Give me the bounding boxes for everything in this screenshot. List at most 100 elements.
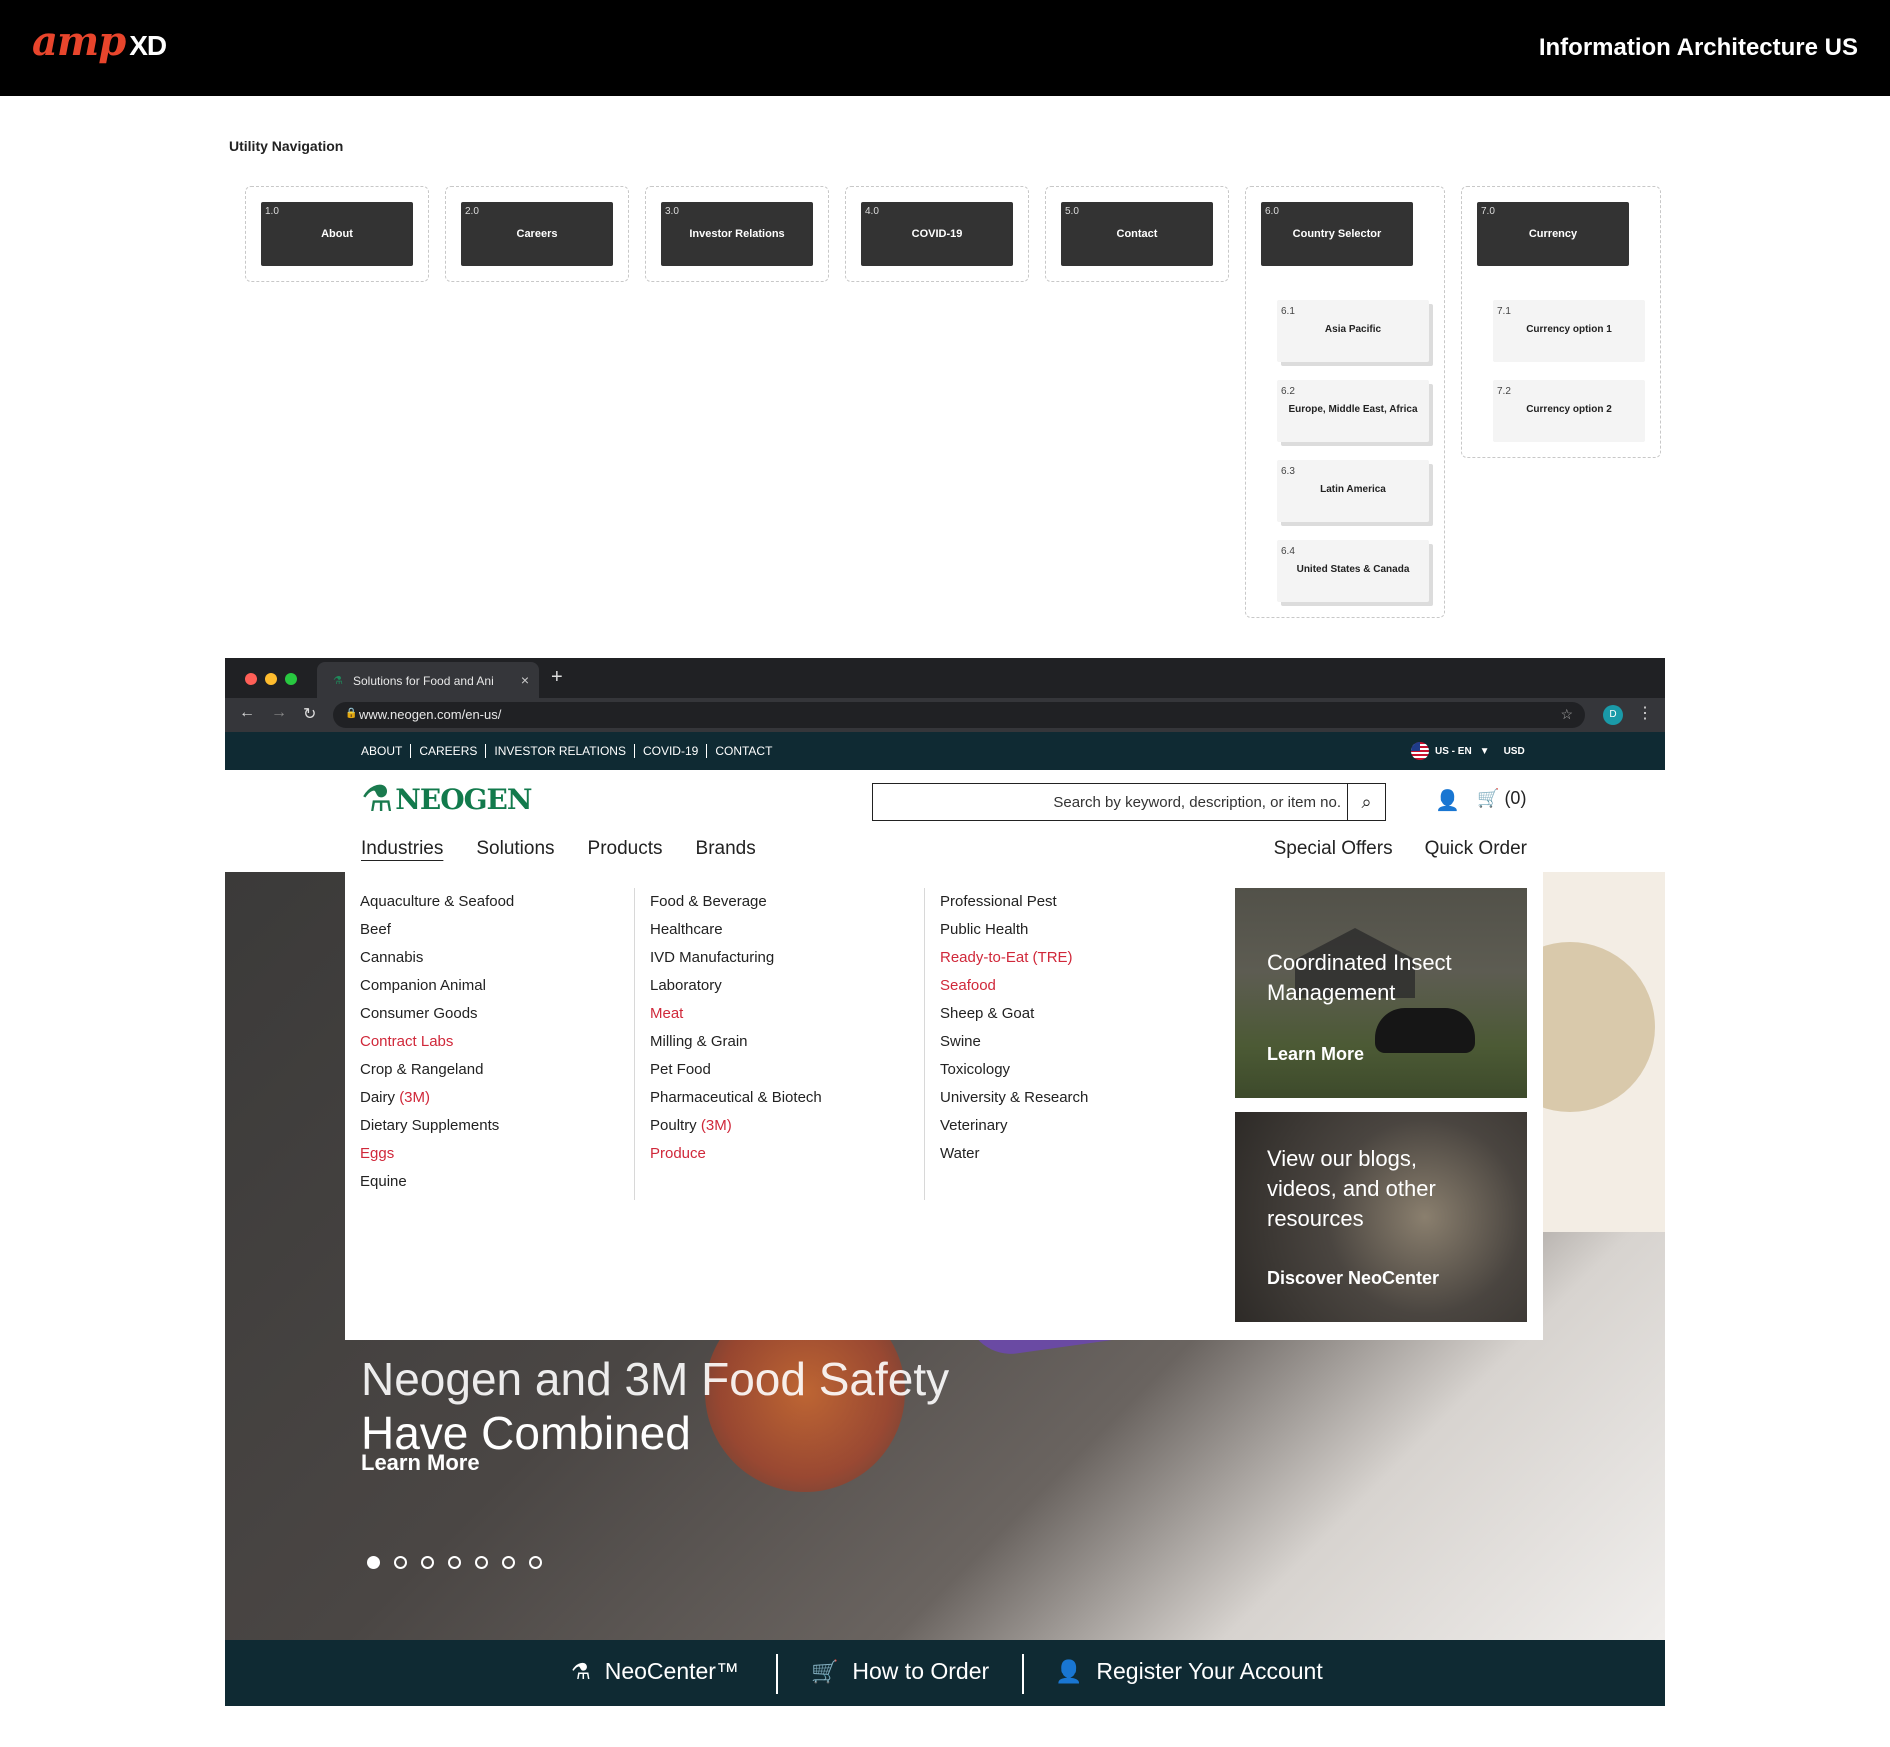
ia-node-country-selector[interactable]: 6.0 Country Selector bbox=[1261, 202, 1413, 266]
ia-sub-currency-1[interactable]: 7.1 Currency option 1 bbox=[1493, 300, 1645, 362]
ia-node-investor-relations[interactable]: 3.0 Investor Relations bbox=[661, 202, 813, 266]
ampxd-logo[interactable]: amp XD bbox=[32, 18, 167, 65]
ia-node-careers[interactable]: 2.0 Careers bbox=[461, 202, 613, 266]
reload-icon[interactable]: ↻ bbox=[303, 704, 316, 724]
minimize-window-dot[interactable] bbox=[265, 673, 277, 685]
menu-item[interactable]: Ready-to-Eat (TRE) bbox=[940, 944, 1088, 972]
column-divider bbox=[924, 888, 925, 1200]
promo-learn-more-link[interactable]: Learn More bbox=[1267, 1044, 1364, 1065]
hero-headline: Neogen and 3M Food Safety Have Combined bbox=[361, 1353, 950, 1459]
cart-icon: 🛒 bbox=[1477, 788, 1500, 808]
ia-sub-emea[interactable]: 6.2 Europe, Middle East, Africa bbox=[1277, 380, 1429, 442]
menu-item[interactable]: Dietary Supplements bbox=[360, 1112, 514, 1140]
menu-item[interactable]: Public Health bbox=[940, 916, 1088, 944]
nav-quick-order[interactable]: Quick Order bbox=[1425, 838, 1527, 860]
ia-node-about[interactable]: 1.0 About bbox=[261, 202, 413, 266]
menu-item[interactable]: Sheep & Goat bbox=[940, 1000, 1088, 1028]
back-icon[interactable]: ← bbox=[239, 704, 255, 722]
menu-item[interactable]: IVD Manufacturing bbox=[650, 944, 822, 972]
menu-item[interactable]: Meat bbox=[650, 1000, 822, 1028]
ia-group-contact: 5.0 Contact bbox=[1045, 186, 1229, 282]
menu-item[interactable]: Cannabis bbox=[360, 944, 514, 972]
menu-item[interactable]: Water bbox=[940, 1140, 1088, 1168]
util-link-investor-relations[interactable]: INVESTOR RELATIONS bbox=[485, 744, 634, 758]
menu-item[interactable]: Laboratory bbox=[650, 972, 822, 1000]
carousel-dot[interactable] bbox=[502, 1556, 515, 1569]
menu-item[interactable]: Swine bbox=[940, 1028, 1088, 1056]
menu-item[interactable]: Toxicology bbox=[940, 1056, 1088, 1084]
utility-nav: ABOUT CAREERS INVESTOR RELATIONS COVID-1… bbox=[225, 732, 1665, 770]
nav-products[interactable]: Products bbox=[588, 838, 663, 860]
search-input[interactable]: Search by keyword, description, or item … bbox=[872, 783, 1386, 821]
menu-item[interactable]: Pharmaceutical & Biotech bbox=[650, 1084, 822, 1112]
menu-item[interactable]: University & Research bbox=[940, 1084, 1088, 1112]
lock-icon: 🔒 bbox=[345, 708, 358, 719]
close-tab-icon[interactable]: × bbox=[521, 672, 529, 688]
currency-selector[interactable]: USD bbox=[1504, 746, 1525, 757]
maximize-window-dot[interactable] bbox=[285, 673, 297, 685]
menu-item[interactable]: Seafood bbox=[940, 972, 1088, 1000]
menu-item[interactable]: Eggs bbox=[360, 1140, 514, 1168]
menu-item[interactable]: Poultry (3M) bbox=[650, 1112, 822, 1140]
menu-item[interactable]: Veterinary bbox=[940, 1112, 1088, 1140]
menu-item[interactable]: Contract Labs bbox=[360, 1028, 514, 1056]
util-link-about[interactable]: ABOUT bbox=[361, 744, 410, 758]
menu-item[interactable]: Aquaculture & Seafood bbox=[360, 888, 514, 916]
ia-node-covid[interactable]: 4.0 COVID-19 bbox=[861, 202, 1013, 266]
bookmark-star-icon[interactable]: ☆ bbox=[1560, 706, 1573, 723]
nav-brands[interactable]: Brands bbox=[696, 838, 756, 860]
account-icon[interactable]: 👤 bbox=[1435, 788, 1460, 813]
nav-industries[interactable]: Industries bbox=[361, 838, 443, 860]
region-selector[interactable]: US - EN ▼ USD bbox=[1411, 742, 1525, 760]
util-link-contact[interactable]: CONTACT bbox=[706, 744, 780, 758]
ia-sub-currency-2[interactable]: 7.2 Currency option 2 bbox=[1493, 380, 1645, 442]
nav-solutions[interactable]: Solutions bbox=[476, 838, 554, 860]
menu-item[interactable]: Food & Beverage bbox=[650, 888, 822, 916]
carousel-dot[interactable] bbox=[475, 1556, 488, 1569]
ia-node-currency[interactable]: 7.0 Currency bbox=[1477, 202, 1629, 266]
neocenter-link[interactable]: ⚗ NeoCenter™ bbox=[571, 1658, 739, 1685]
carousel-dot[interactable] bbox=[367, 1556, 380, 1569]
browser-tab[interactable]: ⚗ Solutions for Food and Ani × bbox=[317, 662, 539, 698]
register-account-link[interactable]: 👤 Register Your Account bbox=[1055, 1658, 1323, 1685]
menu-item[interactable]: Dairy (3M) bbox=[360, 1084, 514, 1112]
menu-item[interactable]: Crop & Rangeland bbox=[360, 1056, 514, 1084]
url-field[interactable]: 🔒 www.neogen.com/en-us/ ☆ bbox=[333, 702, 1585, 728]
favicon-icon: ⚗ bbox=[333, 675, 343, 687]
ia-node-contact[interactable]: 5.0 Contact bbox=[1061, 202, 1213, 266]
menu-item[interactable]: Milling & Grain bbox=[650, 1028, 822, 1056]
carousel-dot[interactable] bbox=[448, 1556, 461, 1569]
promo-neocenter[interactable]: View our blogs, videos, and other resour… bbox=[1235, 1112, 1527, 1322]
menu-item[interactable]: Produce bbox=[650, 1140, 822, 1168]
close-window-dot[interactable] bbox=[245, 673, 257, 685]
nav-special-offers[interactable]: Special Offers bbox=[1274, 838, 1393, 860]
ia-group-about: 1.0 About bbox=[245, 186, 429, 282]
carousel-dot[interactable] bbox=[529, 1556, 542, 1569]
menu-item[interactable]: Equine bbox=[360, 1168, 514, 1196]
ia-sub-latin-america[interactable]: 6.3 Latin America bbox=[1277, 460, 1429, 522]
new-tab-icon[interactable]: + bbox=[551, 666, 563, 689]
profile-avatar[interactable]: D bbox=[1603, 705, 1623, 725]
menu-item[interactable]: Beef bbox=[360, 916, 514, 944]
util-link-covid[interactable]: COVID-19 bbox=[633, 744, 706, 758]
promo-insect-management[interactable]: Coordinated Insect Management Learn More bbox=[1235, 888, 1527, 1098]
browser-menu-icon[interactable]: ⋮ bbox=[1637, 703, 1653, 723]
ia-sub-us-canada[interactable]: 6.4 United States & Canada bbox=[1277, 540, 1429, 602]
menu-item[interactable]: Professional Pest bbox=[940, 888, 1088, 916]
forward-icon[interactable]: → bbox=[271, 704, 287, 722]
ia-sub-asia-pacific[interactable]: 6.1 Asia Pacific bbox=[1277, 300, 1429, 362]
search-icon[interactable]: ⌕ bbox=[1347, 784, 1385, 820]
menu-item[interactable]: Pet Food bbox=[650, 1056, 822, 1084]
discover-neocenter-link[interactable]: Discover NeoCenter bbox=[1267, 1268, 1439, 1289]
us-flag-icon bbox=[1411, 742, 1429, 760]
carousel-dot[interactable] bbox=[421, 1556, 434, 1569]
carousel-dot[interactable] bbox=[394, 1556, 407, 1569]
menu-item[interactable]: Companion Animal bbox=[360, 972, 514, 1000]
how-to-order-link[interactable]: 🛒 How to Order bbox=[811, 1658, 989, 1685]
menu-item[interactable]: Healthcare bbox=[650, 916, 822, 944]
hero-learn-more-link[interactable]: Learn More bbox=[361, 1450, 480, 1476]
menu-item[interactable]: Consumer Goods bbox=[360, 1000, 514, 1028]
neogen-logo[interactable]: ⚗ NEOGEN bbox=[361, 778, 532, 820]
cart-button[interactable]: 🛒 (0) bbox=[1477, 788, 1526, 809]
util-link-careers[interactable]: CAREERS bbox=[410, 744, 485, 758]
